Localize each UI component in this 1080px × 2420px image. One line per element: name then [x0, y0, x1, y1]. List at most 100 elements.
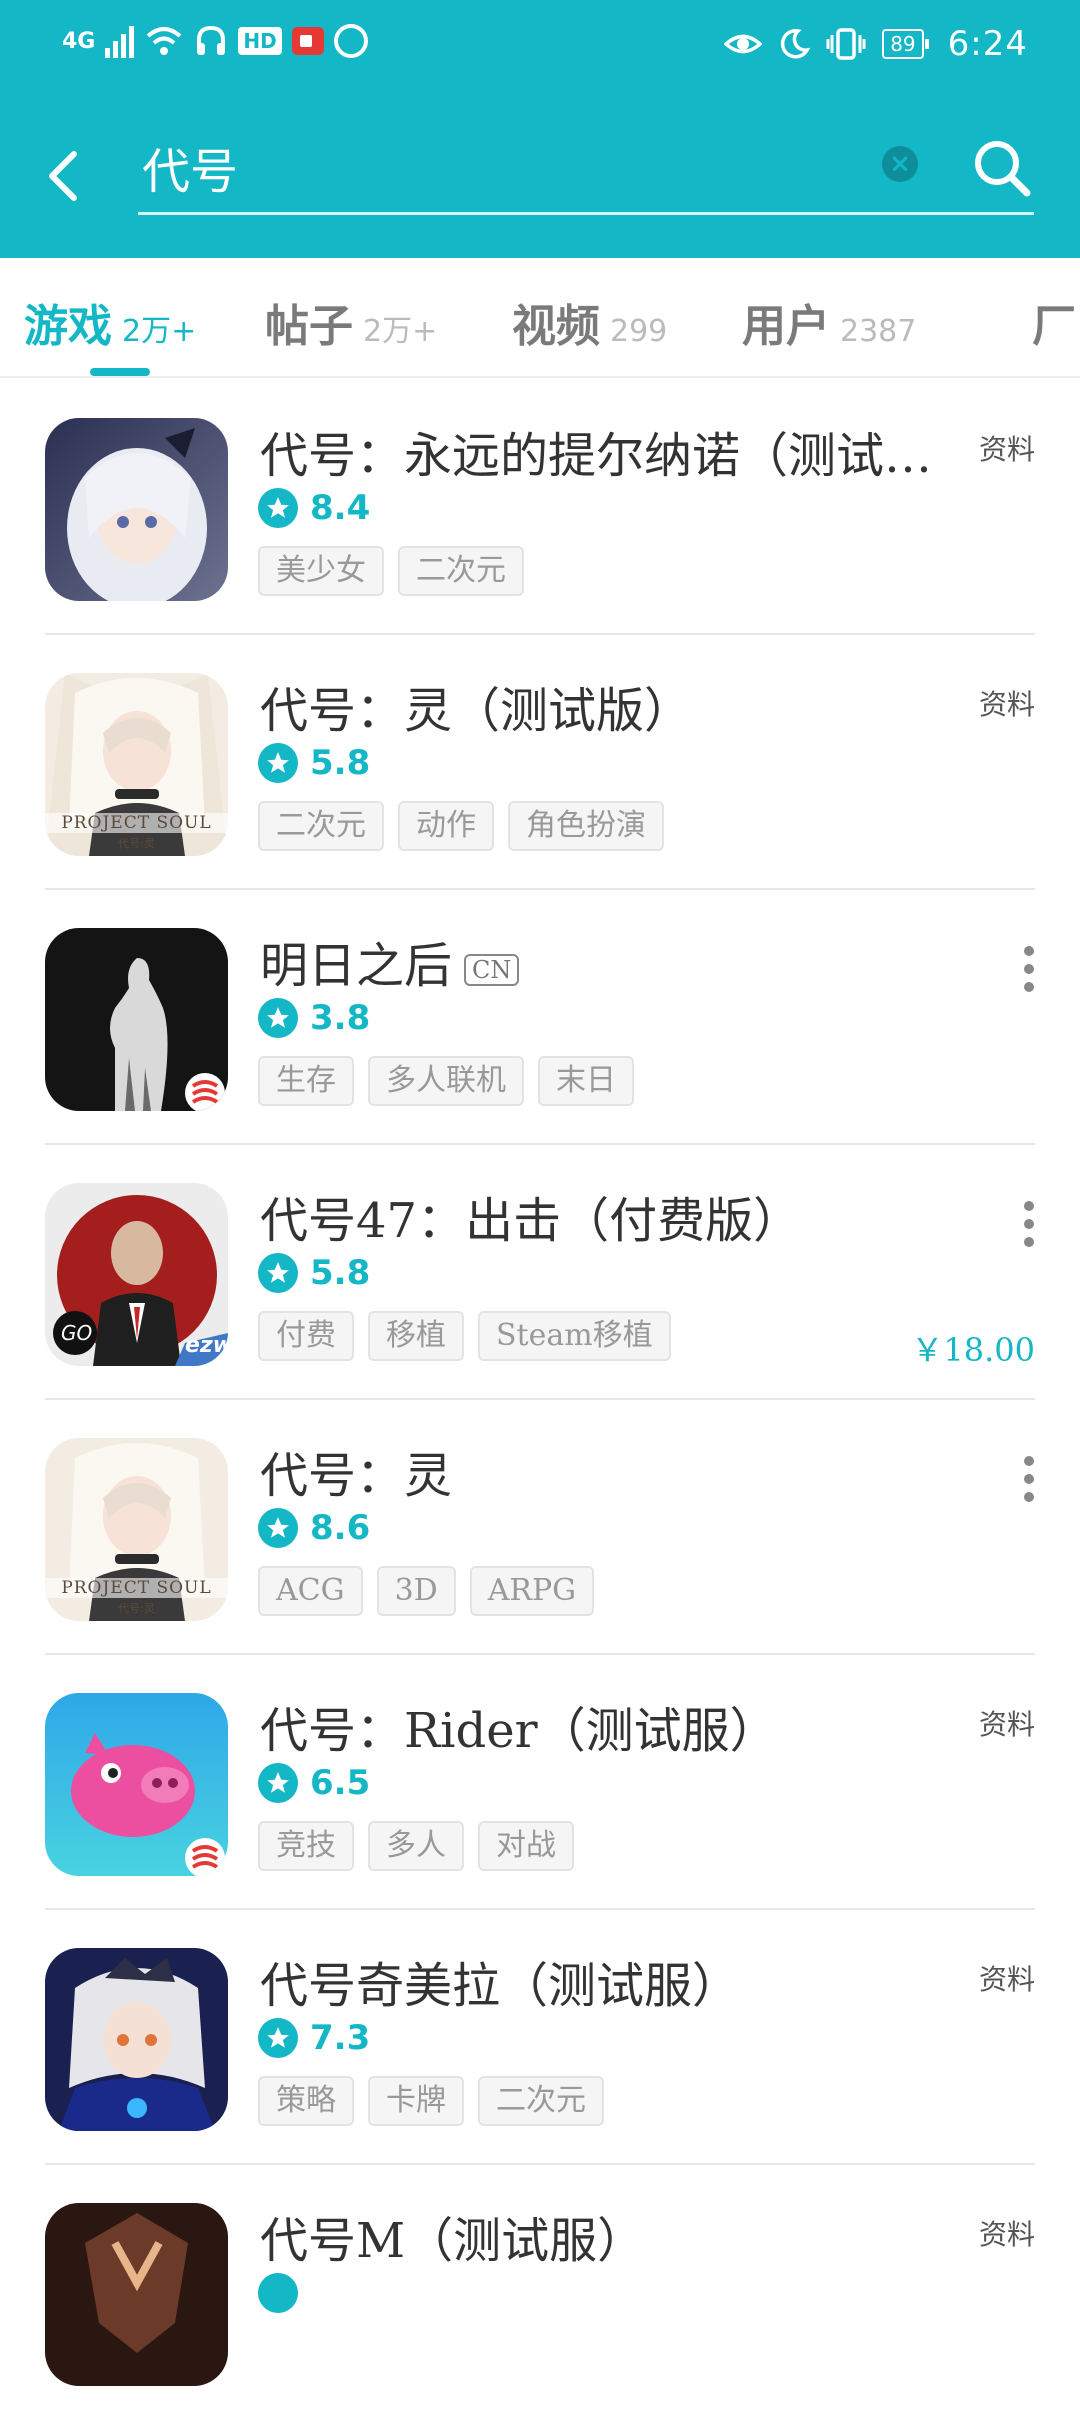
tag[interactable]: 多人联机 [368, 1056, 524, 1106]
tab-label: 帖子 [265, 301, 353, 352]
tab-label: 厂 [1032, 301, 1076, 352]
search-input[interactable] [138, 122, 884, 212]
close-icon: × [889, 149, 911, 179]
star-icon [258, 1763, 298, 1803]
list-item[interactable]: GO ezw 代号47：出击（付费版） 5.8 付费 移植 Steam移植 ￥1… [0, 1145, 1080, 1400]
icon-caption: PROJECT SOUL [45, 813, 228, 833]
list-item[interactable]: 代号：Rider（测试服） 6.5 竞技 多人 对战 资料 [0, 1655, 1080, 1910]
rating-value: 8.4 [310, 488, 371, 528]
tag[interactable]: ARPG [469, 1566, 595, 1616]
tag[interactable]: Steam移植 [478, 1311, 671, 1361]
more-options-button[interactable] [1023, 946, 1035, 992]
tag-list: 二次元 动作 角色扮演 [258, 801, 664, 851]
tag[interactable]: 角色扮演 [508, 801, 664, 851]
tag[interactable]: 卡牌 [368, 2076, 464, 2126]
category-tabs: 游戏 2万+ 帖子 2万+ 视频 299 用户 2387 厂 [0, 258, 1080, 378]
tab-count: 2万+ [122, 314, 197, 349]
region-badge: CN [464, 953, 520, 986]
top-app-bar: 4G HD 89 6:24 代号 × [0, 0, 1080, 258]
tag[interactable]: 生存 [258, 1056, 354, 1106]
game-title[interactable]: 代号：Rider（测试服） [260, 1691, 940, 1761]
rating-value: 5.8 [310, 1253, 371, 1293]
info-link[interactable]: 资料 [979, 1703, 1035, 1743]
tag[interactable]: 动作 [398, 801, 494, 851]
bronze-mask-icon [45, 2203, 228, 2386]
rating-value: 6.5 [310, 1763, 371, 1803]
tag[interactable]: 多人 [368, 1821, 464, 1871]
game-title[interactable]: 明日之后 CN [260, 926, 940, 996]
search-field: × [138, 122, 1034, 215]
tag[interactable]: 策略 [258, 2076, 354, 2126]
list-item[interactable]: 明日之后 CN 3.8 生存 多人联机 末日 [0, 890, 1080, 1145]
back-button[interactable] [38, 146, 90, 206]
list-item[interactable]: 代号奇美拉（测试服） 7.3 策略 卡牌 二次元 资料 [0, 1910, 1080, 2165]
clear-search-button[interactable]: × [882, 146, 918, 182]
info-link[interactable]: 资料 [979, 2213, 1035, 2253]
list-item[interactable]: 代号M（测试服） 资料 [0, 2165, 1080, 2420]
tab-videos[interactable]: 视频 299 [512, 290, 667, 354]
tag[interactable]: 二次元 [398, 546, 524, 596]
tag-list: 策略 卡牌 二次元 [258, 2076, 604, 2126]
tag[interactable]: ACG [258, 1566, 363, 1616]
info-link[interactable]: 资料 [979, 683, 1035, 723]
tab-label: 视频 [512, 301, 600, 352]
price[interactable]: ￥18.00 [911, 1325, 1035, 1371]
game-title[interactable]: 代号：灵 [260, 1436, 940, 1506]
tag[interactable]: 对战 [478, 1821, 574, 1871]
star-icon [258, 1508, 298, 1548]
list-item[interactable]: PROJECT SOUL 代号:灵 代号：灵 8.6 ACG 3D ARPG [0, 1400, 1080, 1655]
tag-list: 付费 移植 Steam移植 [258, 1311, 671, 1361]
search-button[interactable] [970, 136, 1034, 200]
tag-list: ACG 3D ARPG [258, 1566, 595, 1616]
game-results-list: 代号：永远的提尔纳诺（测试… 8.4 美少女 二次元 资料 PROJECT SO… [0, 380, 1080, 2420]
tag[interactable]: 付费 [258, 1311, 354, 1361]
game-title-text: 明日之后 [260, 938, 453, 994]
project-soul-icon: PROJECT SOUL 代号:灵 [45, 1438, 228, 1621]
tab-count: 2万+ [363, 314, 438, 349]
tab-label: 用户 [742, 301, 830, 352]
rating: 8.4 [258, 488, 370, 528]
wifi-icon [147, 27, 182, 55]
rating: 7.3 [258, 2018, 370, 2058]
star-icon [258, 998, 298, 1038]
tab-games[interactable]: 游戏 2万+ [24, 290, 196, 354]
go-badge: GO [61, 1321, 93, 1345]
game-title[interactable]: 代号：灵（测试版） [260, 671, 940, 741]
eye-icon [724, 34, 763, 54]
tag[interactable]: 末日 [538, 1056, 634, 1106]
game-title[interactable]: 代号47：出击（付费版） [260, 1181, 940, 1251]
star-icon [258, 1253, 298, 1293]
icon-caption: PROJECT SOUL [45, 1578, 228, 1598]
info-link[interactable]: 资料 [979, 1958, 1035, 1998]
more-options-button[interactable] [1023, 1201, 1035, 1247]
tag[interactable]: 美少女 [258, 546, 384, 596]
list-item[interactable]: 代号：永远的提尔纳诺（测试… 8.4 美少女 二次元 资料 [0, 380, 1080, 635]
icon-subcaption: 代号:灵 [118, 837, 155, 850]
moon-icon [781, 29, 811, 59]
battery-indicator: 89 [882, 29, 930, 59]
info-link[interactable]: 资料 [979, 428, 1035, 468]
tab-users[interactable]: 用户 2387 [742, 290, 916, 354]
rating: 6.5 [258, 1763, 370, 1803]
tab-posts[interactable]: 帖子 2万+ [265, 290, 437, 354]
tag-list: 竞技 多人 对战 [258, 1821, 574, 1871]
tag[interactable]: 竞技 [258, 1821, 354, 1871]
tag[interactable]: 移植 [368, 1311, 464, 1361]
game-title[interactable]: 代号奇美拉（测试服） [260, 1946, 940, 2016]
game-title[interactable]: 代号：永远的提尔纳诺（测试… [260, 416, 940, 486]
chevron-left-icon [49, 151, 77, 201]
more-options-button[interactable] [1023, 1456, 1035, 1502]
list-item[interactable]: PROJECT SOUL 代号:灵 代号：灵（测试版） 5.8 二次元 动作 角… [0, 635, 1080, 890]
game-title[interactable]: 代号M（测试服） [260, 2201, 940, 2271]
tag[interactable]: 3D [376, 1566, 456, 1616]
network-type: 4G [62, 28, 96, 54]
tab-label: 游戏 [24, 301, 112, 352]
tab-developers[interactable]: 厂 [1032, 290, 1076, 354]
hitman-icon: GO ezw [45, 1183, 228, 1366]
tag[interactable]: 二次元 [258, 801, 384, 851]
screen-record-icon [291, 27, 324, 55]
rating-value: 8.6 [310, 1508, 371, 1548]
chimera-girl-icon [45, 1948, 228, 2131]
vibrate-icon [826, 28, 866, 60]
tag[interactable]: 二次元 [478, 2076, 604, 2126]
